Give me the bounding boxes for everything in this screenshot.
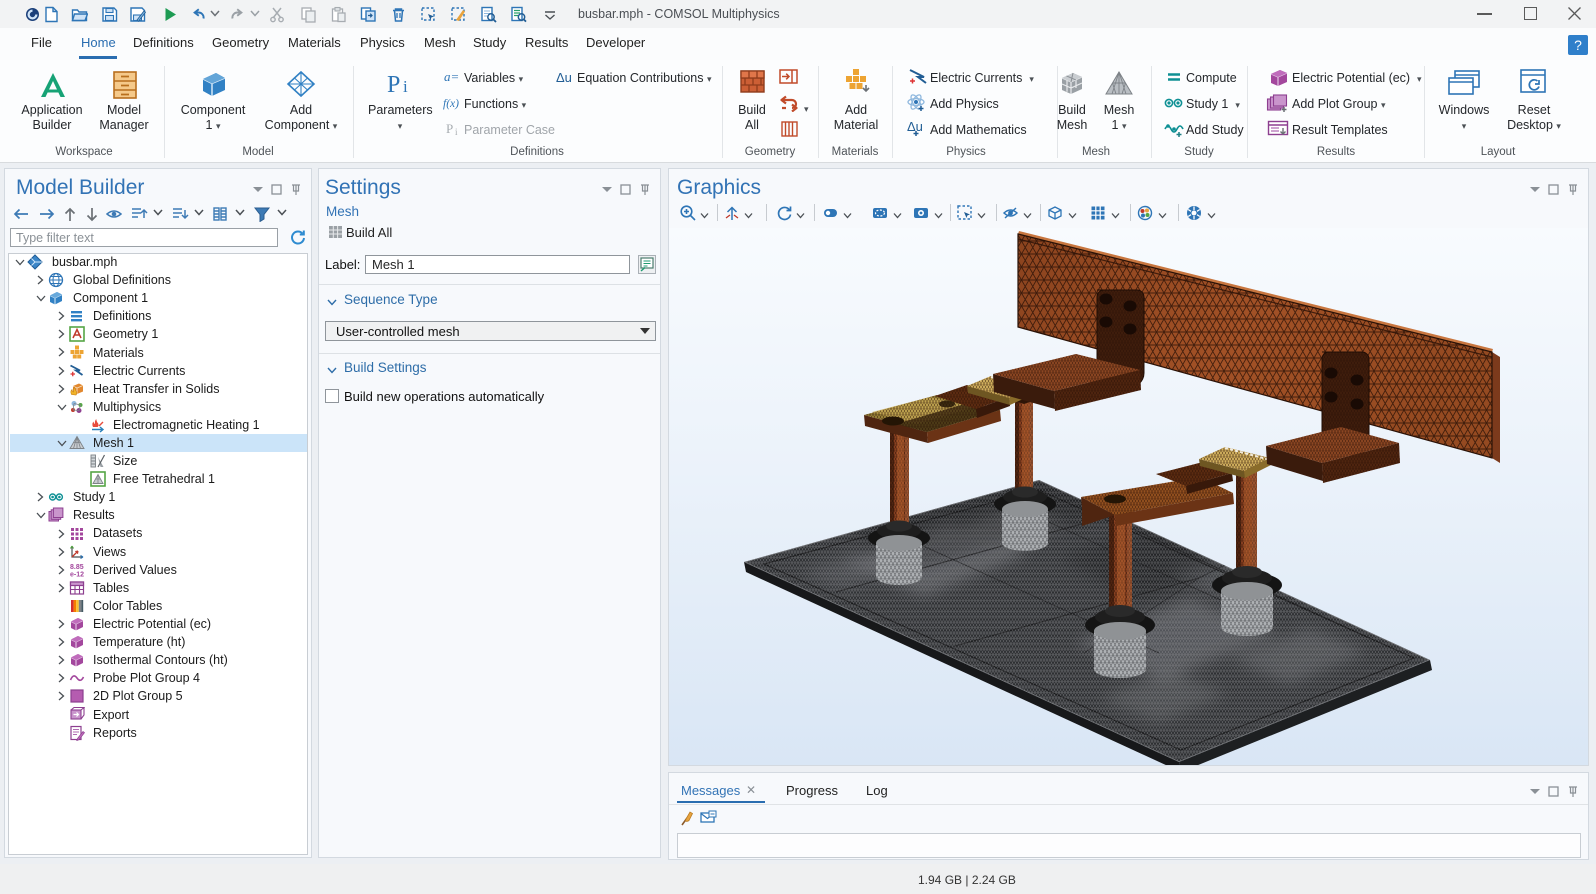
svg-text:P: P	[446, 122, 453, 136]
svg-text:a=: a=	[444, 70, 459, 84]
svg-text:Δu: Δu	[556, 70, 572, 84]
svg-text:i: i	[455, 127, 458, 136]
svg-text:Δu: Δu	[907, 119, 923, 134]
svg-text:e-12: e-12	[70, 572, 84, 579]
svg-text:8.85: 8.85	[70, 564, 84, 571]
svg-text:P: P	[387, 72, 400, 98]
svg-text:f(x): f(x)	[443, 98, 459, 110]
svg-text:i: i	[403, 77, 408, 96]
